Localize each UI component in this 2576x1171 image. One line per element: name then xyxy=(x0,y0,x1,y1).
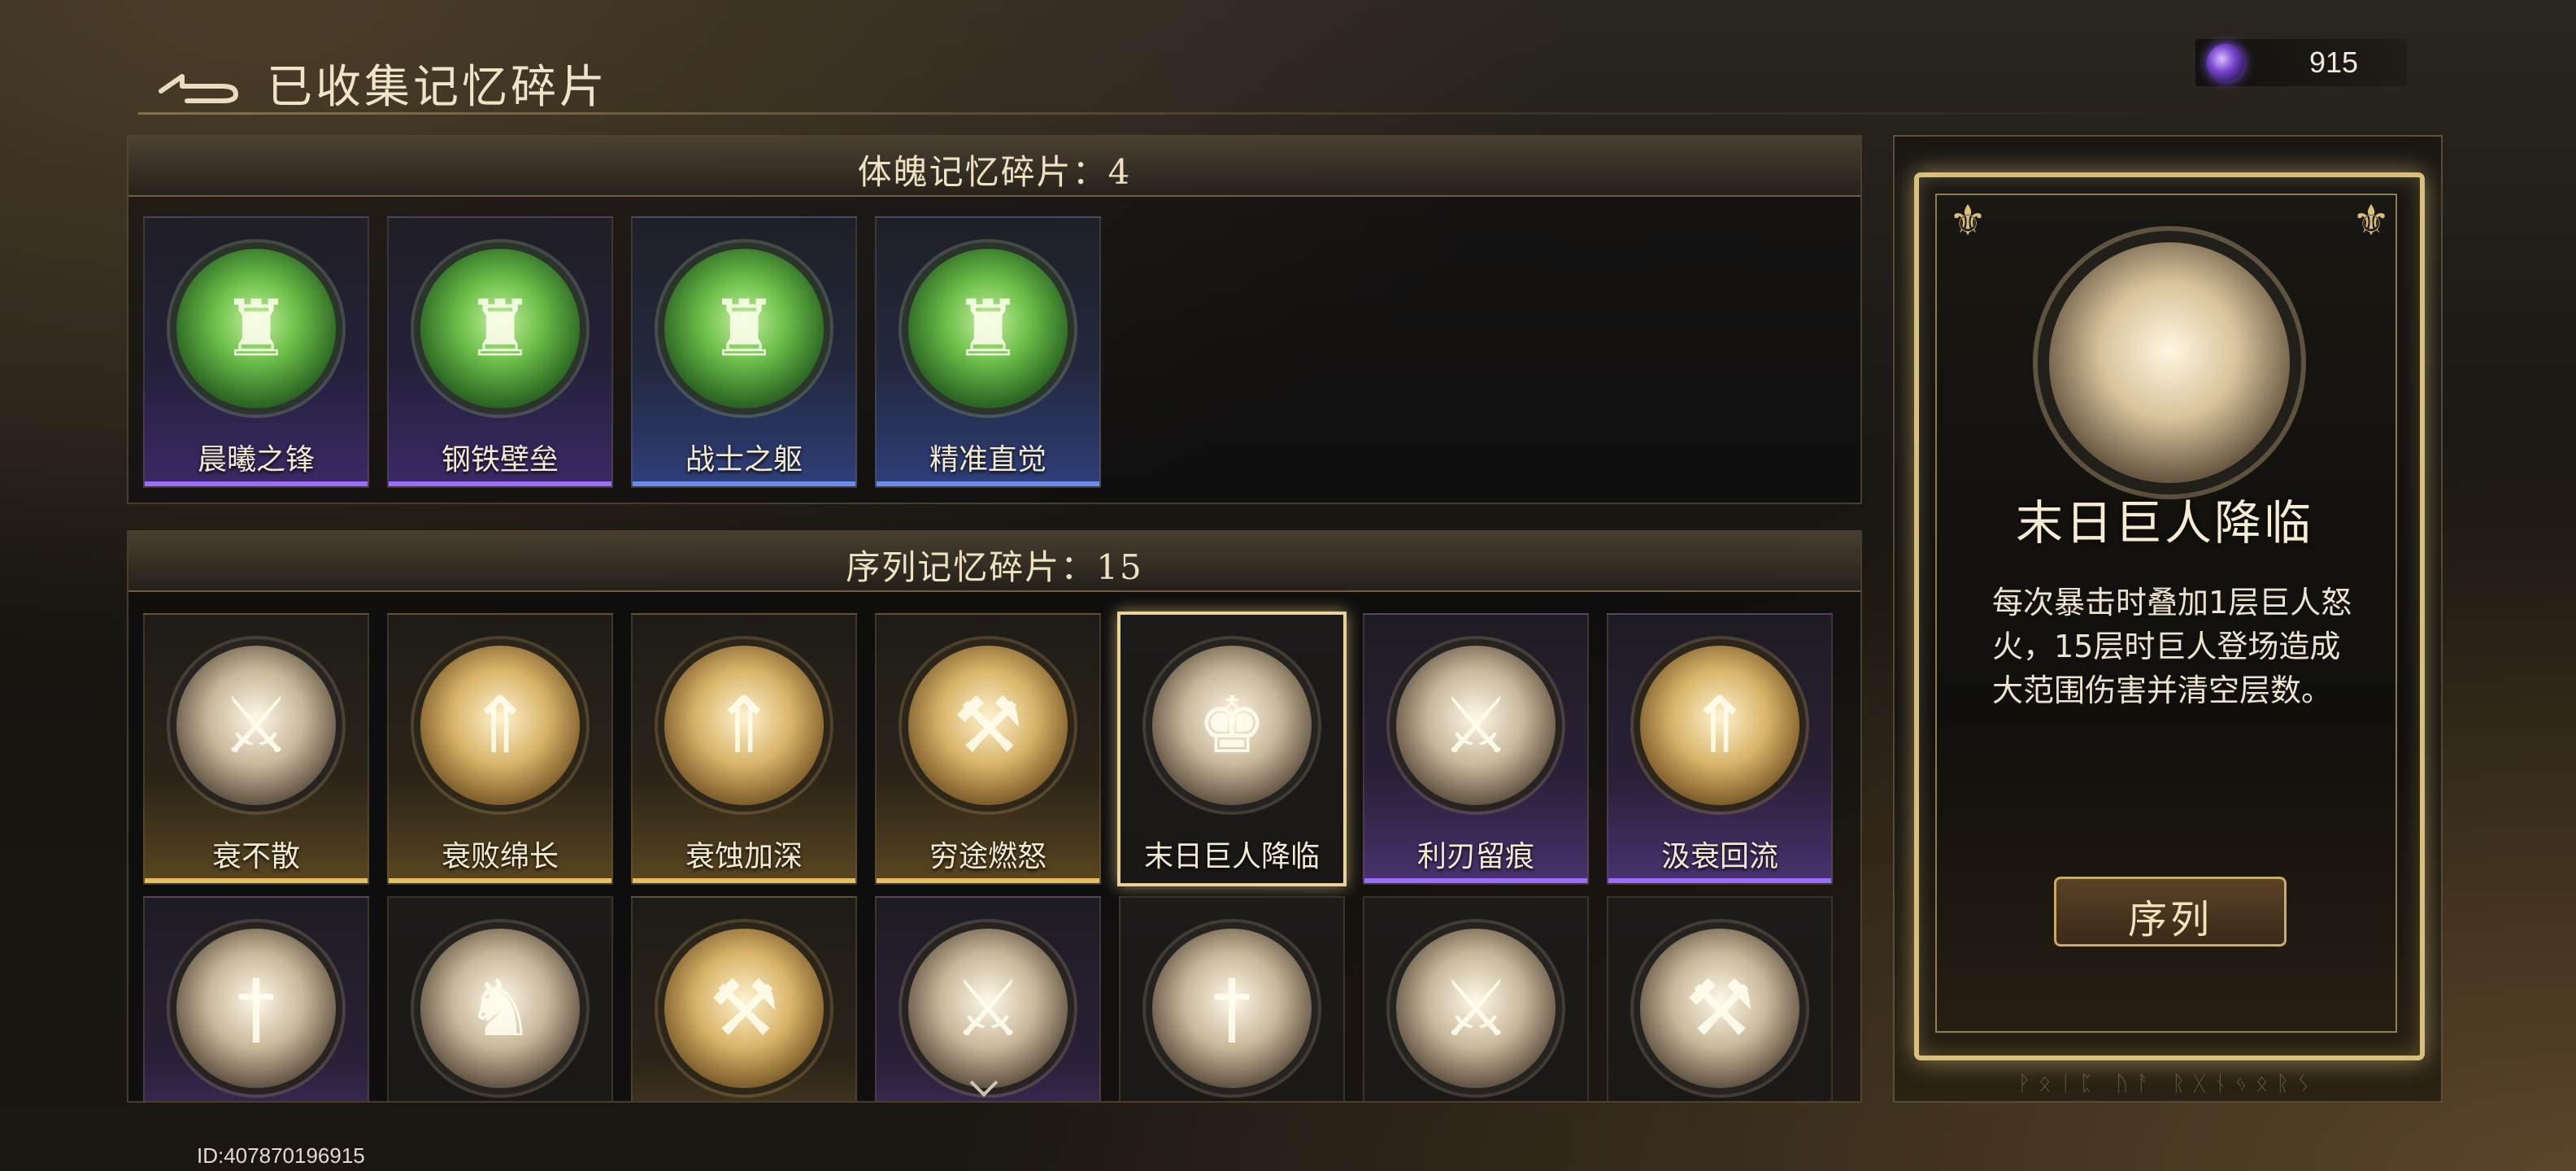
fragment-detail-panel: ⚜ ⚜ 末日巨人降临 每次暴击时叠加1层巨人怒火，15层时巨人登场造成大范围伤害… xyxy=(1893,135,2443,1103)
rarity-stripe xyxy=(1364,878,1587,883)
blades-medal-icon: ⚔ xyxy=(908,929,1068,1088)
fragment-card-label: 衰不散 xyxy=(211,840,300,873)
broken-sword-medal-icon: ⚒ xyxy=(908,646,1068,805)
fragment-card[interactable]: † xyxy=(1119,896,1345,1101)
fragment-card[interactable]: ⚒ xyxy=(1607,896,1833,1101)
green-warrior-medal-icon: ♜ xyxy=(908,249,1068,408)
back-button[interactable] xyxy=(154,59,244,107)
warrior-medal-icon: ♞ xyxy=(420,929,580,1088)
green-warrior-medal-icon: ♜ xyxy=(176,249,336,408)
fragment-card-label: 晨曦之锋 xyxy=(197,443,315,477)
rarity-stripe xyxy=(145,481,368,486)
fragment-card[interactable]: ⚔ xyxy=(1363,896,1589,1101)
fragment-card-label: 汲衰回流 xyxy=(1660,840,1778,873)
green-warrior-medal-icon: ♜ xyxy=(664,249,824,408)
fragment-card[interactable]: ⇑ 汲衰回流 xyxy=(1607,613,1833,885)
giant-upgrade-medal-icon: ⇑ xyxy=(664,646,824,805)
scroll-down-chevron-icon[interactable] xyxy=(968,1078,1000,1098)
blades-medal-icon: ⚔ xyxy=(1396,929,1556,1088)
giant-upgrade-medal-icon: ⇑ xyxy=(1640,646,1799,805)
rarity-stripe xyxy=(633,878,855,883)
rarity-stripe xyxy=(877,481,1099,486)
fragment-card[interactable]: † xyxy=(143,896,369,1101)
fragment-card-label: 利刃留痕 xyxy=(1416,840,1534,873)
sequence-fragments-panel[interactable]: 序列记忆碎片：15 ⚔ 衰不散 ⇑ 衰败绵长 ⇑ 衰蚀加深 ⚒ 穷途燃怒 ♚ 末… xyxy=(127,530,1862,1103)
fragment-card[interactable]: ♜ 精准直觉 xyxy=(875,216,1101,488)
fragment-card-label: 战士之躯 xyxy=(685,443,803,477)
fragment-card-label: 衰蚀加深 xyxy=(685,840,803,873)
detail-footer-runes: ᚹᛟᛁᛈ ᚢᚨ ᚱᚷᚾᛃᛟᚱᛊ xyxy=(2017,1072,2318,1096)
fragment-card-selected[interactable]: ♚ 末日巨人降临 xyxy=(1117,612,1347,886)
rarity-stripe xyxy=(145,878,368,883)
fragment-card-label: 穷途燃怒 xyxy=(929,840,1046,873)
detail-fragment-name: 末日巨人降临 xyxy=(2015,495,2313,551)
fragment-card[interactable]: ⚔ xyxy=(875,896,1101,1101)
broken-sword-medal-icon: ⚒ xyxy=(1640,929,1799,1088)
physique-fragments-panel: 体魄记忆碎片：4 ♜ 晨曦之锋 ♜ 钢铁壁垒 ♜ 战士之躯 ♜ 精准直觉 xyxy=(127,135,1862,504)
broken-sword-medal-icon: ⚒ xyxy=(664,929,824,1088)
sword-crest-medal-icon: † xyxy=(176,929,336,1088)
fleur-ornament-icon: ⚜ xyxy=(1948,197,1987,246)
fragment-card-label: 精准直觉 xyxy=(929,443,1046,477)
sword-crest-medal-icon: † xyxy=(1152,929,1312,1088)
top-bar: 已收集记忆碎片 915 xyxy=(0,0,2576,155)
sequence-panel-title: 序列记忆碎片：15 xyxy=(846,547,1143,587)
fleur-ornament-icon: ⚜ xyxy=(2352,197,2391,246)
rarity-stripe xyxy=(1608,878,1831,883)
page-title: 已收集记忆碎片 xyxy=(267,61,608,114)
green-warrior-medal-icon: ♜ xyxy=(420,249,580,408)
fragment-card[interactable]: ♜ 晨曦之锋 xyxy=(143,216,369,488)
rarity-stripe xyxy=(389,481,611,486)
fragment-card[interactable]: ⇑ 衰蚀加深 xyxy=(631,613,857,885)
detail-category-banner: 序列 xyxy=(2054,877,2287,947)
fragment-card-label: 钢铁壁垒 xyxy=(441,443,559,477)
title-divider xyxy=(138,112,2334,115)
fragment-card[interactable]: ♞ xyxy=(387,896,613,1101)
fragment-card[interactable]: ⇑ 衰败绵长 xyxy=(387,613,613,885)
purple-crystal-icon xyxy=(2207,44,2244,81)
currency-value: 915 xyxy=(2308,46,2359,79)
fragment-card-label: 衰败绵长 xyxy=(441,840,559,873)
detail-category-label: 序列 xyxy=(2127,897,2213,942)
fragment-card[interactable]: ⚔ 利刃留痕 xyxy=(1363,613,1589,885)
blades-medal-icon: ⚔ xyxy=(1396,646,1556,805)
physique-panel-title: 体魄记忆碎片：4 xyxy=(857,152,1132,192)
detail-fragment-description: 每次暴击时叠加1层巨人怒火，15层时巨人登场造成大范围伤害并清空层数。 xyxy=(1992,585,2352,708)
fragment-card-label: 末日巨人降临 xyxy=(1143,840,1320,873)
fragment-card[interactable]: ⚒ 穷途燃怒 xyxy=(875,613,1101,885)
rarity-stripe xyxy=(633,481,855,486)
currency-display[interactable]: 915 xyxy=(2195,39,2407,86)
physique-panel-header: 体魄记忆碎片：4 xyxy=(128,137,1860,197)
rarity-stripe xyxy=(877,878,1099,883)
doom-giant-medal-icon xyxy=(2049,242,2290,483)
fragment-card[interactable]: ⚒ xyxy=(631,896,857,1101)
back-arrow-icon xyxy=(159,74,238,103)
player-id: ID:407870196915 xyxy=(197,1143,365,1168)
sequence-panel-header: 序列记忆碎片：15 xyxy=(128,532,1860,592)
fragment-card[interactable]: ⚔ 衰不散 xyxy=(143,613,369,885)
sword-medal-icon: ⚔ xyxy=(176,646,336,805)
rarity-stripe xyxy=(389,878,611,883)
doom-giant-medal-icon: ♚ xyxy=(1152,646,1312,805)
giant-upgrade-medal-icon: ⇑ xyxy=(420,646,580,805)
fragment-card[interactable]: ♜ 战士之躯 xyxy=(631,216,857,488)
fragment-card[interactable]: ♜ 钢铁壁垒 xyxy=(387,216,613,488)
